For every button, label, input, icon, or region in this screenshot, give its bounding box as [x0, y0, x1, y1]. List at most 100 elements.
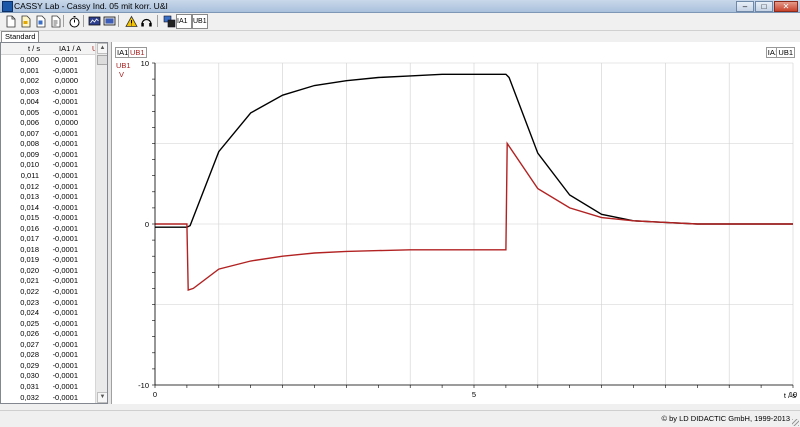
cell-t: 0,006	[20, 118, 39, 128]
table-row[interactable]: 0,016 -0,0001	[1, 224, 97, 235]
y-tick-label: -10	[138, 381, 149, 390]
cell-t: 0,024	[20, 308, 39, 318]
stopwatch-icon[interactable]	[67, 14, 82, 29]
table-row[interactable]: 0,012 -0,0001	[1, 182, 97, 193]
table-row[interactable]: 0,028 -0,0001	[1, 350, 97, 361]
cell-ia1: -0,0001	[52, 371, 78, 381]
open-file-icon[interactable]	[18, 14, 33, 29]
tab-standard[interactable]: Standard	[1, 31, 40, 42]
cell-ia1: -0,0001	[52, 223, 78, 233]
cell-t: 0,020	[20, 265, 39, 275]
cell-ia1: -0,0001	[52, 276, 78, 286]
measurement-chart[interactable]: 100-100 5 10t / s	[112, 42, 800, 404]
cell-t: 0,014	[20, 202, 39, 212]
cell-ia1: -0,0001	[52, 213, 78, 223]
cell-ia1: -0,0001	[52, 65, 78, 75]
x-axis-label: t / s	[784, 391, 796, 400]
x-tick-label: 0	[153, 390, 157, 399]
cell-ia1: -0,0001	[52, 287, 78, 297]
scroll-thumb[interactable]	[97, 55, 107, 65]
status-bar: © by LD DIDACTIC GmbH, 1999-2013	[0, 410, 800, 427]
cell-ia1: -0,0001	[52, 350, 78, 360]
table-row[interactable]: 0,006 0,0000	[1, 118, 97, 129]
display-icon[interactable]	[87, 14, 102, 29]
cell-ia1: -0,0001	[52, 128, 78, 138]
table-row[interactable]: 0,018 -0,0001	[1, 245, 97, 256]
channel-ub1-button[interactable]: UB1	[192, 14, 208, 29]
column-header-ia1[interactable]: IA1 / A	[59, 43, 81, 54]
cell-t: 0,005	[20, 107, 39, 117]
table-row[interactable]: 0,021 -0,0001	[1, 276, 97, 287]
cell-ia1: -0,0001	[52, 244, 78, 254]
channel-ia1-button[interactable]: IA1	[176, 14, 192, 29]
measure-params-icon[interactable]	[162, 14, 177, 29]
table-row[interactable]: 0,004 -0,0001	[1, 97, 97, 108]
cell-ia1: -0,0001	[52, 181, 78, 191]
new-file-icon[interactable]	[3, 14, 18, 29]
table-row[interactable]: 0,011 -0,0001	[1, 171, 97, 182]
window-controls: – □ ✕	[736, 1, 798, 12]
table-row[interactable]: 0,014 -0,0001	[1, 203, 97, 214]
cell-ia1: 0,0000	[55, 76, 78, 86]
maximize-button[interactable]: □	[755, 1, 773, 12]
cell-t: 0,008	[20, 139, 39, 149]
scroll-down-icon[interactable]: ▼	[97, 392, 107, 403]
table-row[interactable]: 0,000 -0,0001	[1, 55, 97, 66]
print-icon[interactable]	[48, 14, 63, 29]
monitor-icon[interactable]	[102, 14, 117, 29]
cell-t: 0,012	[20, 181, 39, 191]
save-file-icon[interactable]	[33, 14, 48, 29]
cell-ia1: -0,0001	[52, 160, 78, 170]
table-row[interactable]: 0,024 -0,0001	[1, 308, 97, 319]
table-row[interactable]: 0,015 -0,0001	[1, 213, 97, 224]
table-row[interactable]: 0,031 -0,0001	[1, 382, 97, 393]
cell-t: 0,009	[20, 149, 39, 159]
table-row[interactable]: 0,002 0,0000	[1, 76, 97, 87]
table-row[interactable]: 0,032 -0,0001	[1, 393, 97, 404]
table-row[interactable]: 0,026 -0,0001	[1, 329, 97, 340]
cell-ia1: -0,0001	[52, 255, 78, 265]
cell-ia1: 0,0000	[55, 118, 78, 128]
toolbar-separator	[83, 15, 84, 27]
table-row[interactable]: 0,008 -0,0001	[1, 139, 97, 150]
cell-t: 0,010	[20, 160, 39, 170]
copyright-text: © by LD DIDACTIC GmbH, 1999-2013	[661, 414, 791, 423]
cell-t: 0,018	[20, 244, 39, 254]
resize-grip-icon[interactable]	[792, 419, 799, 426]
column-header-t[interactable]: t / s	[28, 43, 40, 54]
toolbar: IA1 UB1	[0, 13, 800, 31]
graph-pane: IA1 UB1 UB1 V IA1 UB1 10 0 -10 0 5 10 t / s	[111, 42, 800, 404]
table-row[interactable]: 0,020 -0,0001	[1, 266, 97, 277]
close-button[interactable]: ✕	[774, 1, 798, 12]
table-row[interactable]: 0,022 -0,0001	[1, 287, 97, 298]
scroll-up-icon[interactable]: ▲	[97, 43, 107, 54]
table-row[interactable]: 0,029 -0,0001	[1, 361, 97, 372]
table-row[interactable]: 0,030 -0,0001	[1, 371, 97, 382]
table-scrollbar[interactable]: ▲ ▼	[95, 43, 107, 403]
cell-ia1: -0,0001	[52, 265, 78, 275]
table-row[interactable]: 0,009 -0,0001	[1, 150, 97, 161]
y-tick-label: 10	[141, 59, 149, 68]
table-row[interactable]: 0,017 -0,0001	[1, 234, 97, 245]
table-row[interactable]: 0,001 -0,0001	[1, 66, 97, 77]
table-row[interactable]: 0,005 -0,0001	[1, 108, 97, 119]
minimize-button[interactable]: –	[736, 1, 754, 12]
cell-t: 0,027	[20, 339, 39, 349]
toolbar-separator	[157, 15, 158, 27]
cell-ia1: -0,0001	[52, 381, 78, 391]
table-row[interactable]: 0,025 -0,0001	[1, 319, 97, 330]
table-row[interactable]: 0,027 -0,0001	[1, 340, 97, 351]
table-row[interactable]: 0,010 -0,0001	[1, 160, 97, 171]
table-row[interactable]: 0,007 -0,0001	[1, 129, 97, 140]
cell-t: 0,013	[20, 192, 39, 202]
cell-t: 0,007	[20, 128, 39, 138]
cell-t: 0,032	[20, 392, 39, 402]
headphones-icon[interactable]	[139, 14, 154, 29]
table-row[interactable]: 0,013 -0,0001	[1, 192, 97, 203]
table-row[interactable]: 0,019 -0,0001	[1, 255, 97, 266]
cell-ia1: -0,0001	[52, 318, 78, 328]
table-row[interactable]: 0,003 -0,0001	[1, 87, 97, 98]
cell-ia1: -0,0001	[52, 360, 78, 370]
warning-icon[interactable]	[124, 14, 139, 29]
table-row[interactable]: 0,023 -0,0001	[1, 298, 97, 309]
